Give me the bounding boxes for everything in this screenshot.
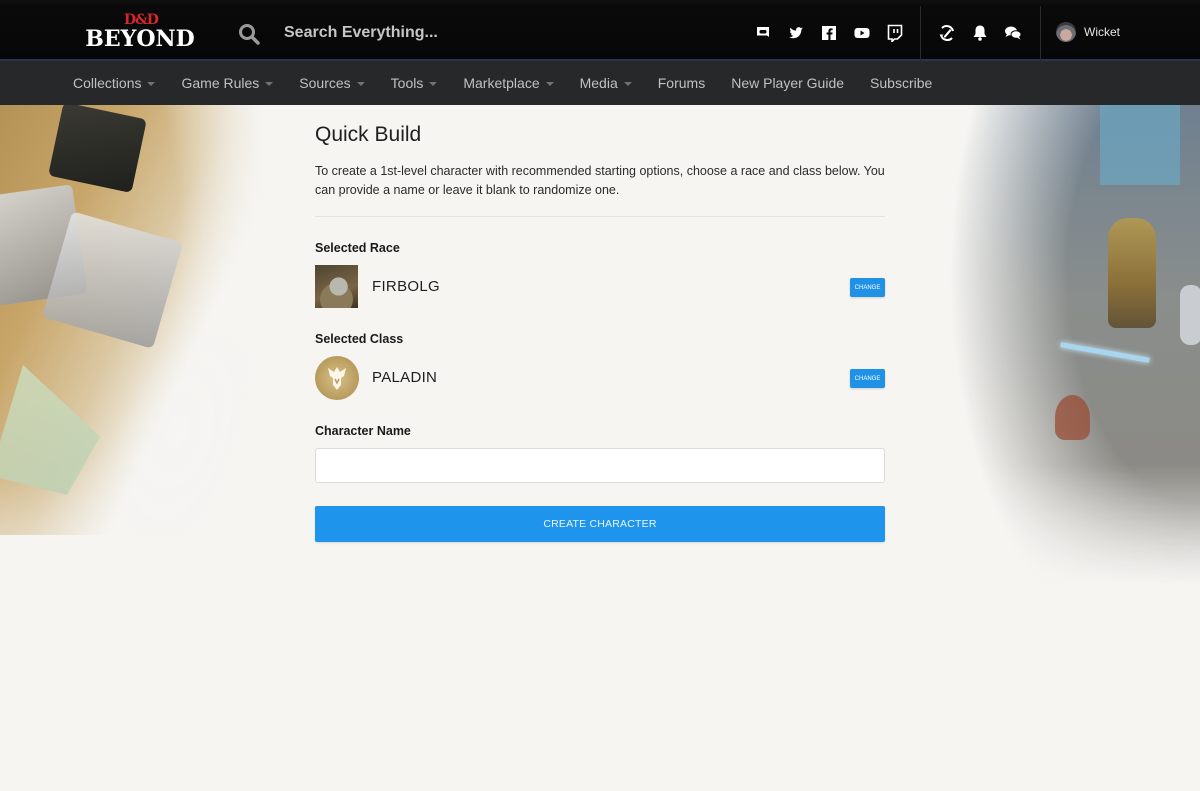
selected-race-label: Selected Race xyxy=(315,241,400,255)
caret-down-icon xyxy=(429,81,438,86)
user-menu[interactable]: Wicket xyxy=(1056,22,1120,42)
character-sync-icon[interactable] xyxy=(937,23,957,43)
caret-down-icon xyxy=(147,81,156,86)
caret-down-icon xyxy=(545,81,554,86)
change-race-button[interactable]: CHANGE xyxy=(850,278,885,297)
change-class-button[interactable]: CHANGE xyxy=(850,369,885,388)
character-name-label: Character Name xyxy=(315,424,411,438)
facebook-icon[interactable] xyxy=(820,24,838,42)
messages-icon[interactable] xyxy=(1003,23,1023,43)
nav-item-label: Sources xyxy=(299,75,351,91)
nav-item-label: Marketplace xyxy=(463,75,540,91)
nav-item-collections[interactable]: Collections xyxy=(73,75,156,91)
background-art-sky xyxy=(1100,105,1180,185)
race-portrait xyxy=(315,265,358,308)
youtube-icon[interactable] xyxy=(853,24,871,42)
nav-item-game-rules[interactable]: Game Rules xyxy=(181,75,274,91)
paladin-emblem-icon xyxy=(315,356,359,400)
caret-down-icon xyxy=(356,81,365,86)
page-title: Quick Build xyxy=(315,123,422,146)
avatar xyxy=(1056,22,1076,42)
section-divider xyxy=(315,216,885,217)
notifications-icon[interactable] xyxy=(970,23,990,43)
paladin-helm-icon xyxy=(328,367,346,390)
nav-item-marketplace[interactable]: Marketplace xyxy=(463,75,554,91)
search-input[interactable] xyxy=(284,18,704,48)
social-links xyxy=(754,24,919,42)
nav-item-media[interactable]: Media xyxy=(580,75,632,91)
header-divider xyxy=(1040,6,1041,61)
selected-class-label: Selected Class xyxy=(315,332,404,346)
nav-item-forums[interactable]: Forums xyxy=(658,75,705,91)
nav-item-tools[interactable]: Tools xyxy=(391,75,438,91)
nav-item-label: Game Rules xyxy=(181,75,260,91)
dndbeyond-logo[interactable]: D&D BEYOND xyxy=(82,13,198,55)
utility-icons xyxy=(937,23,1036,43)
caret-down-icon xyxy=(623,81,632,86)
user-name: Wicket xyxy=(1084,25,1120,39)
twitter-icon[interactable] xyxy=(787,24,805,42)
site-header: D&D BEYOND Search Everything... Wicket xyxy=(0,0,1200,61)
logo-beyond-text: BEYOND xyxy=(85,26,195,52)
caret-down-icon xyxy=(265,81,274,86)
search-icon[interactable] xyxy=(237,22,261,46)
nav-item-label: New Player Guide xyxy=(731,75,845,91)
twitch-icon[interactable] xyxy=(886,24,904,42)
background-art-figure xyxy=(1180,285,1200,345)
selected-race-row: FIRBOLG CHANGE xyxy=(315,265,885,309)
nav-item-label: Subscribe xyxy=(870,75,933,91)
discord-icon[interactable] xyxy=(754,24,772,42)
nav-item-label: Forums xyxy=(657,75,706,91)
nav-item-subscribe[interactable]: Subscribe xyxy=(870,75,932,91)
background-art-figure xyxy=(1055,395,1090,440)
create-character-button[interactable]: CREATE CHARACTER xyxy=(315,506,885,542)
nav-item-label: Tools xyxy=(390,75,424,91)
header-divider xyxy=(920,6,921,61)
character-name-input[interactable] xyxy=(315,448,885,483)
nav-item-label: Collections xyxy=(73,75,142,91)
main-nav: Collections Game Rules Sources Tools Mar… xyxy=(0,61,1200,105)
logo-dnd-text: D&D xyxy=(124,12,159,28)
nav-item-new-player-guide[interactable]: New Player Guide xyxy=(731,75,844,91)
nav-item-sources[interactable]: Sources xyxy=(299,75,365,91)
race-name: FIRBOLG xyxy=(372,278,440,295)
nav-item-label: Media xyxy=(579,75,618,91)
class-name: PALADIN xyxy=(372,369,438,386)
background-art-figure xyxy=(1108,218,1156,328)
intro-text: To create a 1st-level character with rec… xyxy=(315,164,885,197)
selected-class-row: PALADIN CHANGE xyxy=(315,356,885,400)
